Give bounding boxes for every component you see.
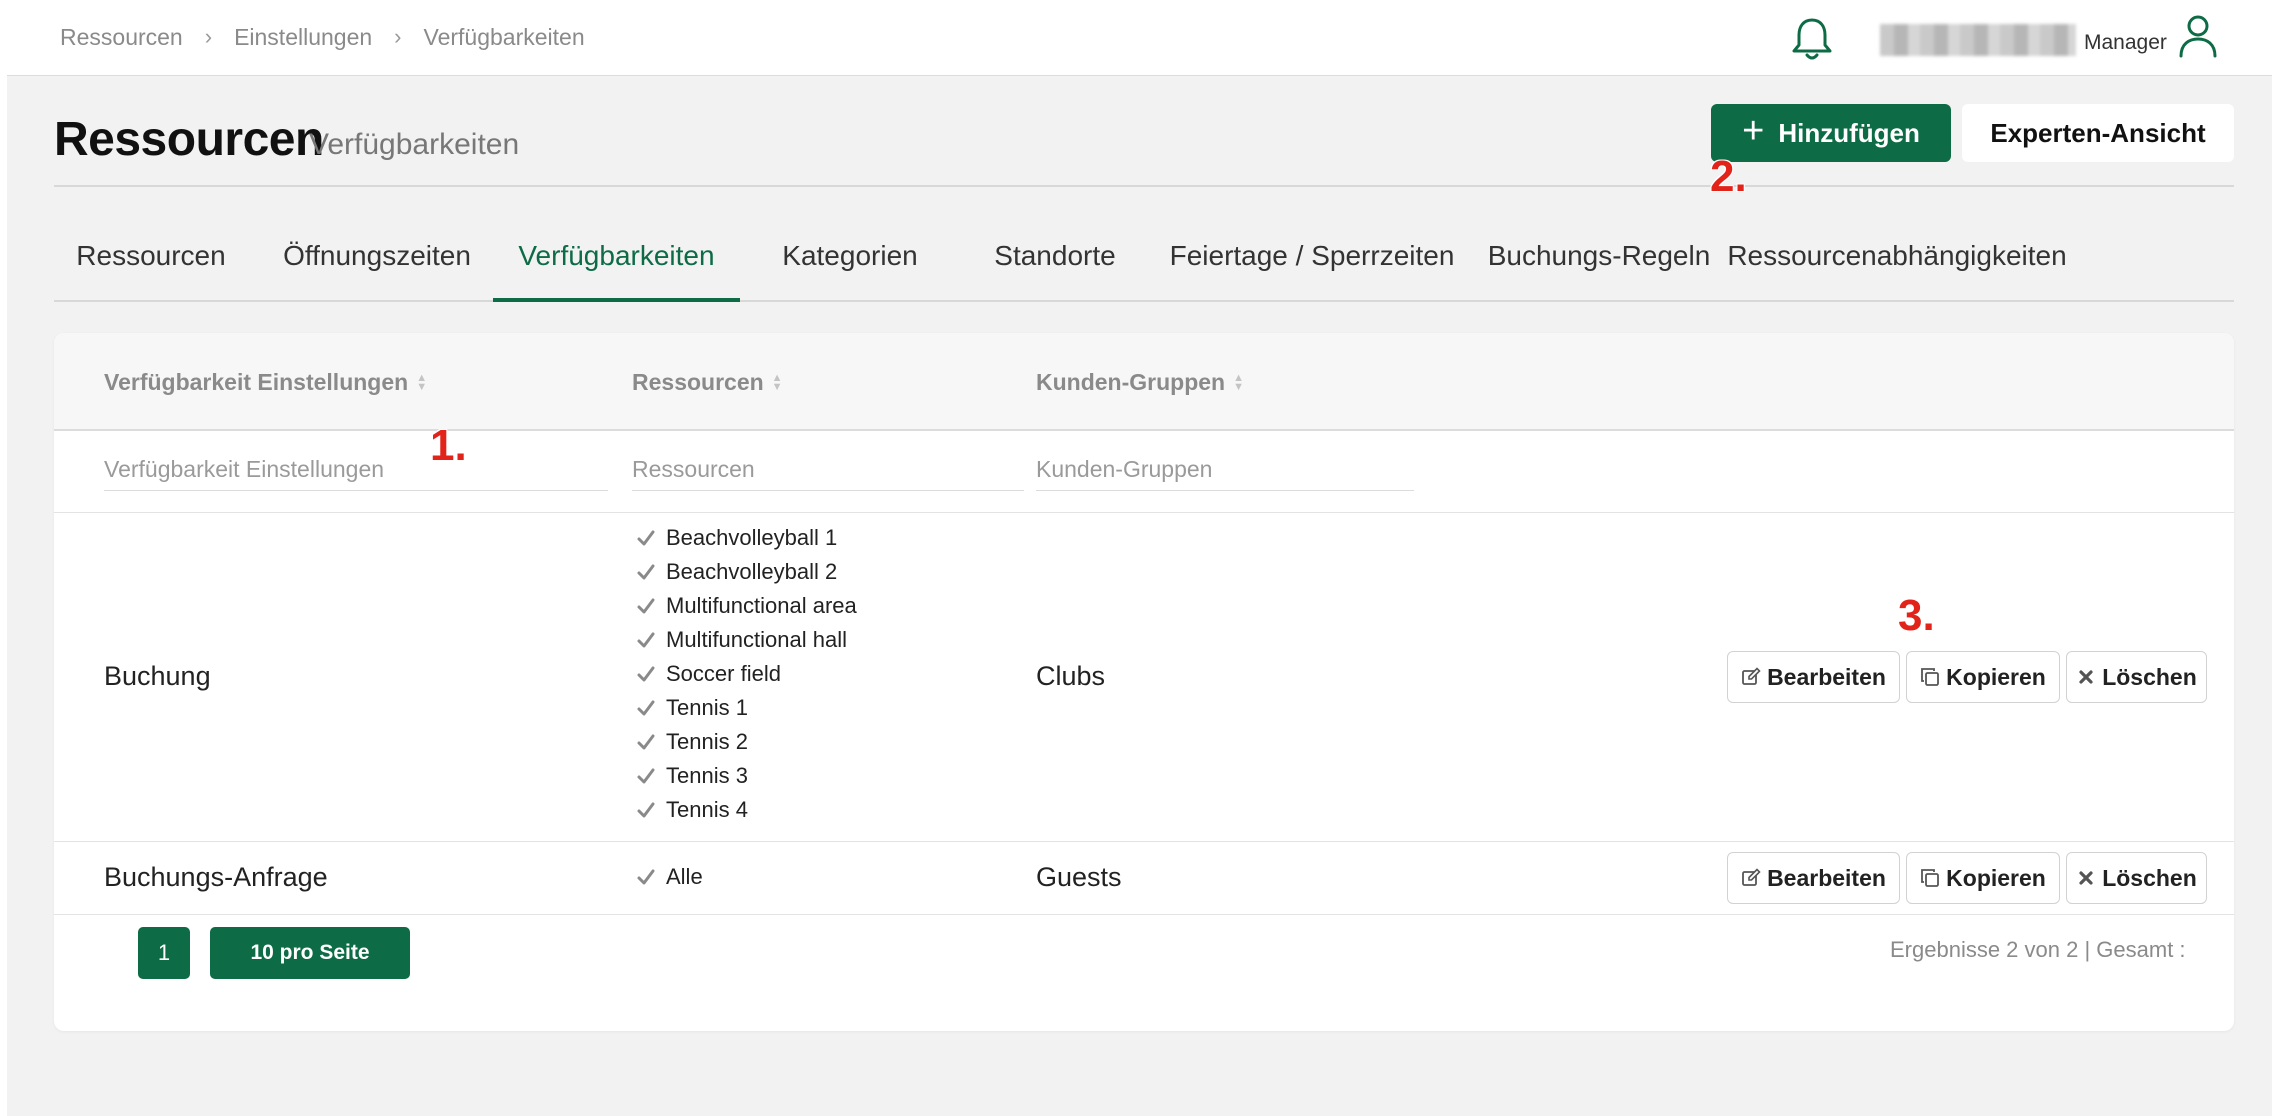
column-header-customer-groups[interactable]: Kunden-Gruppen ▲ ▼: [1036, 369, 1244, 396]
row-customer-group: Guests: [1036, 862, 1122, 892]
resource-list-item: Multifunctional hall: [636, 623, 857, 657]
resource-list-item: Tennis 4: [636, 793, 857, 827]
resource-list: Beachvolleyball 1 Beachvolleyball 2 Mult…: [636, 521, 857, 827]
annotation-1: 1.: [430, 421, 467, 470]
check-icon: [637, 700, 655, 716]
resource-list-item: Beachvolleyball 1: [636, 521, 857, 555]
check-icon: [637, 869, 655, 885]
breadcrumb-item-verfuegbarkeiten[interactable]: Verfügbarkeiten: [424, 24, 585, 51]
check-icon: [637, 666, 655, 682]
plus-icon: +: [1742, 110, 1765, 152]
copy-button[interactable]: Kopieren: [1906, 651, 2060, 703]
resource-list: Alle: [636, 860, 703, 894]
copy-icon: [1921, 668, 1940, 686]
availability-table-card: Verfügbarkeit Einstellungen ▲ ▼ Ressource…: [54, 333, 2234, 1031]
resource-list-item: Tennis 1: [636, 691, 857, 725]
resource-list-item: Soccer field: [636, 657, 857, 691]
resources-filter-input[interactable]: [632, 449, 1024, 491]
check-icon: [637, 768, 655, 784]
check-icon: [637, 530, 655, 546]
username-redacted: [1880, 24, 2076, 56]
sort-icon: ▲ ▼: [1233, 371, 1244, 393]
expert-view-button[interactable]: Experten-Ansicht: [1962, 104, 2234, 162]
window-edge: [0, 0, 7, 1116]
table-header: Verfügbarkeit Einstellungen ▲ ▼ Ressource…: [54, 333, 2234, 431]
resource-list-item: Multifunctional area: [636, 589, 857, 623]
row-name: Buchungs-Anfrage: [104, 862, 328, 892]
breadcrumb-chevron-icon: ›: [394, 24, 402, 49]
notification-bell-icon[interactable]: [1787, 14, 1837, 64]
check-icon: [637, 734, 655, 750]
tab-oeffnungszeiten[interactable]: Öffnungszeiten: [248, 228, 506, 302]
row-actions: Bearbeiten Kopieren Löschen: [1727, 852, 2207, 904]
check-icon: [637, 802, 655, 818]
sort-icon: ▲ ▼: [771, 371, 783, 393]
page-subtitle: Verfügbarkeiten: [309, 128, 520, 161]
settings-filter-input[interactable]: [104, 449, 608, 491]
delete-button[interactable]: Löschen: [2066, 852, 2207, 904]
edit-button[interactable]: Bearbeiten: [1727, 852, 1900, 904]
column-header-label: Kunden-Gruppen: [1036, 369, 1226, 395]
check-icon: [637, 598, 655, 614]
page-title: Ressourcen: [54, 113, 324, 166]
page-size-button[interactable]: 10 pro Seite: [210, 927, 410, 979]
resource-list-item: Beachvolleyball 2: [636, 555, 857, 589]
tab-bar: Ressourcen Öffnungszeiten Verfügbarkeite…: [54, 228, 2234, 302]
add-button-label: Hinzufügen: [1778, 117, 1920, 148]
edit-icon: [1742, 667, 1761, 685]
annotation-2: 2.: [1710, 152, 1747, 201]
row-actions: Bearbeiten Kopieren Löschen: [1727, 651, 2207, 703]
copy-button[interactable]: Kopieren: [1906, 852, 2060, 904]
resource-list-item: Alle: [636, 860, 703, 894]
edit-icon: [1742, 868, 1761, 886]
resource-list-item: Tennis 3: [636, 759, 857, 793]
tab-ressourcenabhaengigkeiten[interactable]: Ressourcenabhängigkeiten: [1724, 228, 2070, 302]
tab-buchungs-regeln[interactable]: Buchungs-Regeln: [1474, 228, 1724, 302]
breadcrumb: Ressourcen › Einstellungen › Verfügbarke…: [60, 0, 585, 74]
breadcrumb-item-einstellungen[interactable]: Einstellungen: [234, 24, 372, 51]
column-header-resources[interactable]: Ressourcen ▲ ▼: [632, 369, 783, 396]
annotation-3: 3.: [1898, 591, 1935, 640]
sort-icon: ▲ ▼: [416, 371, 428, 393]
delete-button[interactable]: Löschen: [2066, 651, 2207, 703]
close-icon: [2079, 871, 2093, 885]
tab-standorte[interactable]: Standorte: [960, 228, 1150, 302]
tab-verfuegbarkeiten[interactable]: Verfügbarkeiten: [493, 228, 740, 302]
close-icon: [2079, 670, 2093, 684]
results-summary: Ergebnisse 2 von 2 | Gesamt :: [1890, 937, 2186, 962]
user-icon[interactable]: [2175, 12, 2221, 60]
copy-icon: [1921, 869, 1940, 887]
check-icon: [637, 632, 655, 648]
resource-list-item: Tennis 2: [636, 725, 857, 759]
pagination-page-button[interactable]: 1: [138, 927, 190, 979]
table-row: Buchung Beachvolleyball 1 Beachvolleybal…: [54, 513, 2234, 842]
row-customer-group: Clubs: [1036, 661, 1106, 691]
table-row: Buchungs-Anfrage Alle Guests Bearbeiten …: [54, 842, 2234, 915]
user-role: Manager: [2084, 31, 2167, 54]
column-header-label: Verfügbarkeit Einstellungen: [104, 369, 409, 395]
add-button[interactable]: + Hinzufügen: [1711, 104, 1951, 162]
customer-groups-filter-input[interactable]: [1036, 449, 1414, 491]
filter-row: [54, 431, 2234, 513]
check-icon: [637, 564, 655, 580]
tab-ressourcen[interactable]: Ressourcen: [54, 228, 248, 302]
tab-kategorien[interactable]: Kategorien: [740, 228, 960, 302]
column-header-label: Ressourcen: [632, 369, 764, 395]
breadcrumb-item-ressourcen[interactable]: Ressourcen: [60, 24, 183, 51]
header-divider: [54, 185, 2234, 187]
edit-button[interactable]: Bearbeiten: [1727, 651, 1900, 703]
column-header-settings[interactable]: Verfügbarkeit Einstellungen ▲ ▼: [104, 369, 427, 396]
breadcrumb-chevron-icon: ›: [204, 24, 213, 49]
row-name: Buchung: [104, 661, 211, 691]
tab-feiertage-sperrzeiten[interactable]: Feiertage / Sperrzeiten: [1150, 228, 1474, 302]
top-bar: Ressourcen › Einstellungen › Verfügbarke…: [7, 0, 2272, 76]
